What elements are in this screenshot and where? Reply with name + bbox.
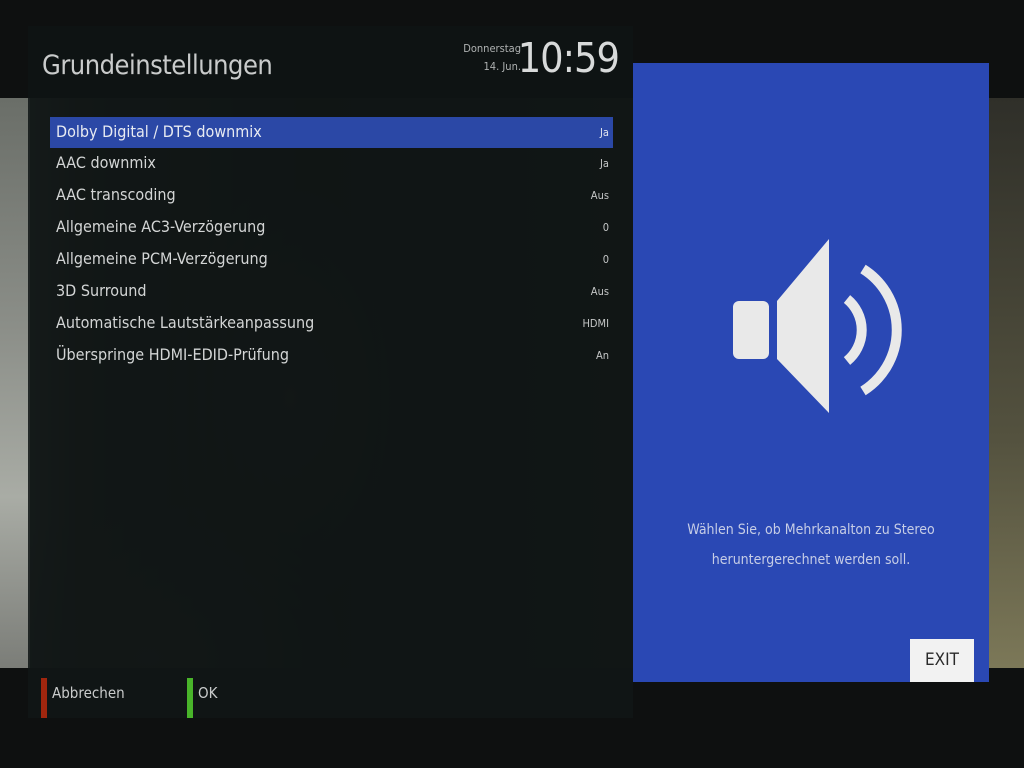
- clock-day: Donnerstag: [463, 42, 521, 55]
- setting-label: Dolby Digital / DTS downmix: [56, 122, 262, 141]
- exit-button[interactable]: EXIT: [910, 639, 974, 682]
- setting-row-auto-volume[interactable]: Automatische Lautstärkeanpassung HDMI: [50, 308, 613, 340]
- setting-row-pcm-delay[interactable]: Allgemeine PCM-Verzögerung 0: [50, 244, 613, 276]
- page-title: Grundeinstellungen: [42, 50, 273, 81]
- setting-row-aac-downmix[interactable]: AAC downmix Ja: [50, 148, 613, 180]
- setting-row-aac-transcoding[interactable]: AAC transcoding Aus: [50, 180, 613, 212]
- setting-label: Allgemeine PCM-Verzögerung: [56, 249, 268, 268]
- background-video-right-edge: [988, 98, 1024, 668]
- setting-value: 0: [602, 221, 609, 234]
- setting-value: Ja: [600, 157, 609, 170]
- clock-date-text: 14. Jun.: [483, 60, 521, 73]
- setting-value: Ja: [600, 126, 609, 139]
- setting-label: AAC transcoding: [56, 185, 176, 204]
- settings-menu-panel: Grundeinstellungen Donnerstag 14. Jun. 1…: [28, 26, 633, 718]
- green-key-indicator: [187, 678, 193, 718]
- ok-button[interactable]: OK: [198, 684, 217, 702]
- setting-label: 3D Surround: [56, 281, 147, 300]
- tv-screen: Grundeinstellungen Donnerstag 14. Jun. 1…: [0, 0, 1024, 768]
- clock-time: 10:59: [517, 34, 620, 82]
- setting-row-dolby-downmix[interactable]: Dolby Digital / DTS downmix Ja: [50, 117, 613, 148]
- setting-value: Aus: [590, 285, 609, 298]
- help-description-line-2: heruntergerechnet werden soll.: [711, 552, 911, 568]
- background-video-left-edge: [0, 98, 30, 668]
- setting-row-3d-surround[interactable]: 3D Surround Aus: [50, 276, 613, 308]
- setting-row-ac3-delay[interactable]: Allgemeine AC3-Verzögerung 0: [50, 212, 613, 244]
- setting-label: Überspringe HDMI-EDID-Prüfung: [56, 345, 290, 364]
- clock-date: Donnerstag 14. Jun.: [463, 40, 521, 76]
- red-key-indicator: [41, 678, 47, 718]
- speaker-volume-icon: [733, 239, 902, 413]
- settings-list: Dolby Digital / DTS downmix Ja AAC downm…: [50, 117, 613, 372]
- setting-label: AAC downmix: [56, 153, 156, 172]
- setting-row-skip-edid[interactable]: Überspringe HDMI-EDID-Prüfung An: [50, 340, 613, 372]
- cancel-button[interactable]: Abbrechen: [52, 684, 125, 702]
- setting-label: Allgemeine AC3-Verzögerung: [56, 217, 266, 236]
- setting-value: 0: [602, 253, 609, 266]
- help-description-line-1: Wählen Sie, ob Mehrkanalton zu Stereo: [687, 522, 935, 538]
- footer-bar: Abbrechen OK: [28, 668, 633, 718]
- setting-value: Aus: [590, 189, 609, 202]
- setting-value: An: [595, 349, 609, 362]
- setting-value: HDMI: [582, 317, 609, 330]
- setting-label: Automatische Lautstärkeanpassung: [56, 313, 315, 332]
- help-description: Wählen Sie, ob Mehrkanalton zu Stereo he…: [653, 515, 969, 575]
- help-panel: Wählen Sie, ob Mehrkanalton zu Stereo he…: [633, 63, 989, 682]
